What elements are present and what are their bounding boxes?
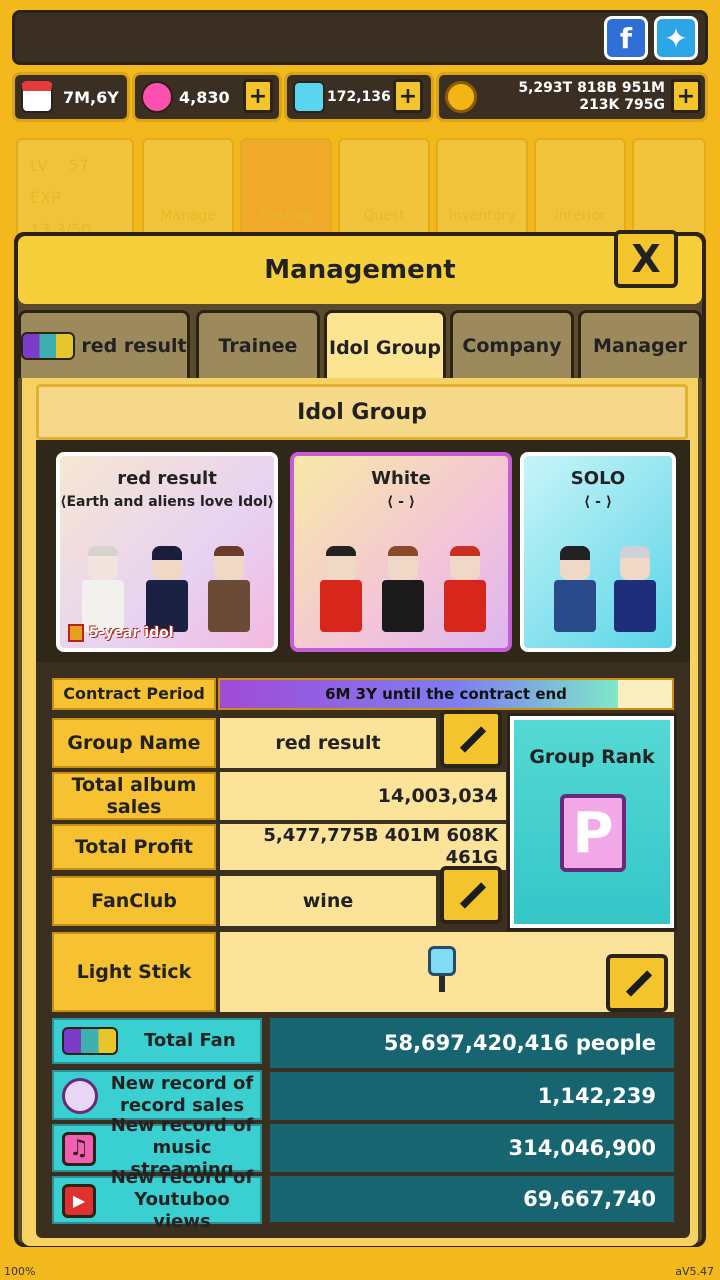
close-icon: X [631, 237, 661, 281]
total-profit-value: 5,477,775B 401M 608K 461G [220, 824, 506, 870]
facebook-button[interactable]: f [604, 16, 648, 60]
youtuboo-views-value: 69,667,740 [270, 1176, 674, 1222]
group-card-name: SOLO [570, 468, 626, 489]
gold-display: 5,293T 818B 951M 213K 795G + [436, 72, 708, 122]
idol-group-art [530, 522, 666, 642]
window-title: Management [18, 236, 702, 304]
diamonds-display: 172,136 + [284, 72, 434, 122]
contract-period-label: Contract Period [52, 678, 216, 710]
section-title: Idol Group [36, 384, 688, 440]
gems-display: 4,830 + [132, 72, 282, 122]
record-sales-value: 1,142,239 [270, 1072, 674, 1120]
edit-fanclub-button[interactable] [440, 866, 502, 924]
contract-progress-bar: 6M 3Y until the contract end [218, 678, 674, 710]
music-note-icon: ♫ [62, 1132, 96, 1166]
group-card-name: White [371, 468, 431, 489]
music-streaming-value: 314,046,900 [270, 1124, 674, 1172]
group-rank-box: Group Rank P [507, 713, 677, 931]
contract-period-text: 6M 3Y until the contract end [325, 685, 567, 703]
album-sales-value: 14,003,034 [220, 772, 506, 820]
group-card-red-result[interactable]: red result ⟨Earth and aliens love Idol⟩ … [56, 452, 278, 652]
zoom-level: 100% [4, 1265, 36, 1278]
youtuboo-views-label: ▶ New record of Youtuboo views [52, 1167, 262, 1232]
level-panel: LV 57 EXP 13.3/50 [16, 138, 134, 239]
diamond-icon [293, 81, 325, 113]
coin-icon [445, 81, 477, 113]
nav-manage: Manage [142, 138, 234, 238]
record-sales-label: New record of record sales [52, 1070, 262, 1120]
group-rank-label: Group Rank [529, 746, 655, 768]
group-card-white[interactable]: White ⟨ - ⟩ [290, 452, 512, 652]
medal-icon [68, 624, 84, 642]
fanclub-label: FanClub [52, 876, 216, 926]
edit-group-name-button[interactable] [440, 710, 502, 768]
idol-years-badge: 5-year idol [68, 624, 174, 642]
group-card-subtitle: ⟨Earth and aliens love Idol⟩ [60, 494, 274, 510]
gold-value: 5,293T 818B 951M 213K 795G [518, 80, 665, 113]
idol-group-art [300, 522, 502, 642]
group-card-solo[interactable]: SOLO ⟨ - ⟩ [520, 452, 676, 652]
nav-quest: Quest [338, 138, 430, 238]
album-sales-label: Total album sales [52, 772, 216, 820]
light-stick-icon [428, 946, 456, 976]
nav-casting: Casting [240, 138, 332, 238]
group-name-value: red result [220, 718, 436, 768]
total-fan-label: Total Fan [52, 1018, 262, 1064]
disc-icon [62, 1078, 98, 1114]
tab-idol-group[interactable]: Idol Group [324, 310, 446, 382]
gems-value: 4,830 [179, 87, 230, 107]
fanclub-value: wine [220, 876, 436, 926]
group-members-icon [62, 1027, 118, 1055]
tab-company[interactable]: Company [450, 310, 574, 378]
add-gems-button[interactable]: + [243, 79, 273, 113]
date-value: 7M,6Y [63, 87, 119, 107]
close-button[interactable]: X [614, 230, 678, 288]
bird-icon: ✦ [664, 21, 688, 55]
twitter-button[interactable]: ✦ [654, 16, 698, 60]
add-diamonds-button[interactable]: + [393, 79, 423, 113]
group-card-subtitle: ⟨ - ⟩ [583, 494, 613, 510]
edit-light-stick-button[interactable] [606, 954, 668, 1012]
group-members-icon [21, 331, 76, 360]
tab-manager[interactable]: Manager [578, 310, 702, 378]
total-profit-label: Total Profit [52, 824, 216, 870]
add-gold-button[interactable]: + [671, 79, 701, 113]
play-icon: ▶ [62, 1184, 96, 1218]
nav-interior: Interior [534, 138, 626, 238]
light-stick-label: Light Stick [52, 932, 216, 1012]
group-rank-badge: P [560, 794, 626, 872]
nav-mail [632, 138, 706, 238]
music-streaming-label: ♫ New record of music streaming [52, 1115, 262, 1180]
facebook-icon: f [619, 21, 633, 55]
date-display: 7M,6Y [12, 72, 130, 122]
tab-red-result[interactable]: red result [18, 310, 190, 378]
tab-trainee[interactable]: Trainee [196, 310, 320, 378]
version-label: aV5.47 [675, 1265, 714, 1278]
group-name-label: Group Name [52, 718, 216, 768]
nav-inventory: Inventory [436, 138, 528, 238]
diamonds-value: 172,136 [327, 89, 391, 105]
calendar-icon [21, 81, 53, 113]
group-card-subtitle: ⟨ - ⟩ [386, 494, 416, 510]
gem-icon [141, 81, 173, 113]
group-card-name: red result [117, 468, 217, 489]
total-fan-value: 58,697,420,416 people [270, 1018, 674, 1068]
